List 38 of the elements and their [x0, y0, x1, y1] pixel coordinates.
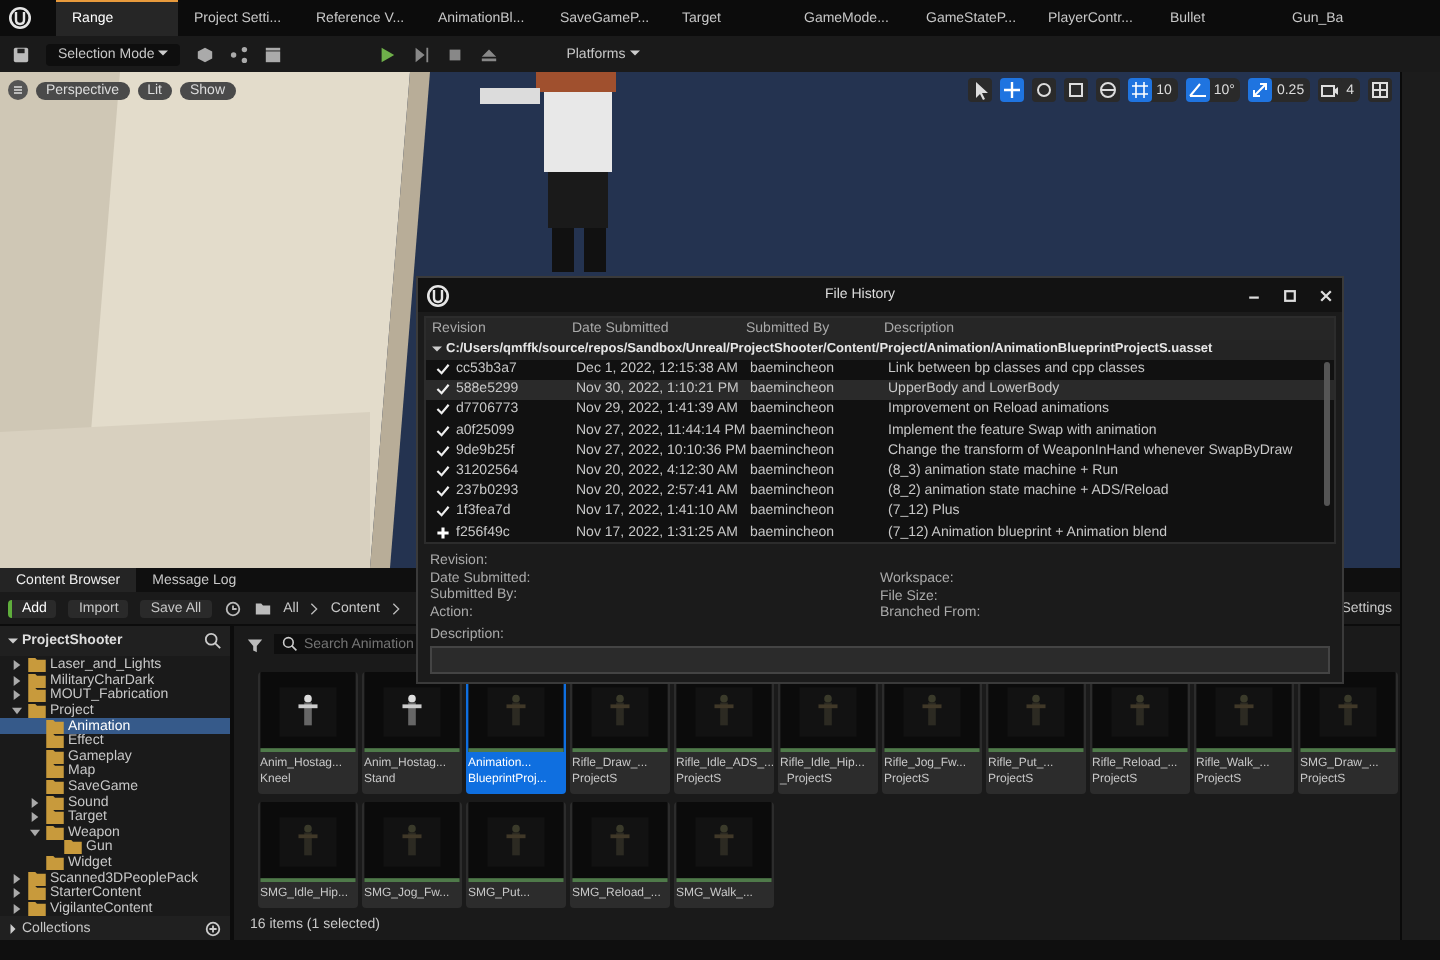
- angle-icon[interactable]: [1185, 78, 1210, 102]
- plus-icon: [436, 525, 450, 540]
- move-icon[interactable]: [1000, 78, 1025, 102]
- eject-icon[interactable]: [480, 45, 499, 63]
- filter-icon[interactable]: [246, 635, 264, 653]
- caret-icon[interactable]: [8, 636, 18, 646]
- select-icon[interactable]: [968, 78, 993, 102]
- logo-icon: [8, 6, 32, 30]
- nodes-icon[interactable]: [230, 45, 249, 63]
- menu-icon[interactable]: [8, 80, 28, 100]
- resize-icon[interactable]: [1248, 78, 1273, 102]
- scrollbar[interactable]: [1324, 362, 1330, 506]
- chevron-icon: [391, 601, 400, 615]
- caret-icon[interactable]: [8, 924, 18, 935]
- add-icon[interactable]: [204, 920, 222, 939]
- camera-icon[interactable]: [1318, 78, 1343, 102]
- play-icon[interactable]: [378, 45, 397, 63]
- caret-icon[interactable]: [432, 344, 442, 354]
- search-icon[interactable]: [204, 632, 222, 650]
- grid-icon[interactable]: [1128, 78, 1153, 102]
- step-icon[interactable]: [412, 45, 431, 63]
- cube-icon[interactable]: [196, 45, 215, 63]
- logo-icon: [426, 283, 450, 307]
- history-icon[interactable]: [223, 599, 242, 617]
- rotate-icon[interactable]: [1032, 78, 1057, 102]
- save-icon[interactable]: [12, 45, 30, 63]
- layout-icon[interactable]: [1368, 78, 1392, 102]
- caret-icon[interactable]: [158, 47, 169, 57]
- maximize-icon[interactable]: [1282, 287, 1298, 303]
- folder-icon[interactable]: [253, 599, 272, 617]
- globe-icon[interactable]: [1096, 78, 1121, 102]
- clapper-icon[interactable]: [264, 45, 283, 63]
- chevron-icon: [310, 601, 319, 615]
- scale-icon[interactable]: [1064, 78, 1089, 102]
- search-icon: [282, 636, 298, 652]
- close-icon[interactable]: [1318, 287, 1334, 303]
- caret-icon[interactable]: [629, 47, 640, 57]
- stop-icon[interactable]: [446, 45, 465, 63]
